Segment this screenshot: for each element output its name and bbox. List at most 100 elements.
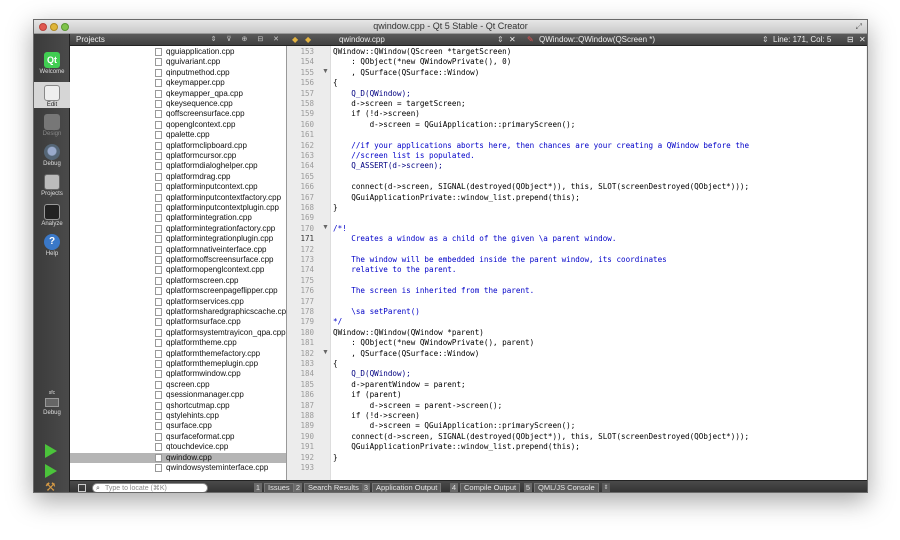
project-file-item[interactable]: qplatformtheme.cpp [155,338,237,348]
code-line[interactable]: QWindow::QWindow(QScreen *targetScreen) [333,47,511,57]
project-file-item[interactable]: qtouchdevice.cpp [155,442,228,452]
code-line[interactable]: Q_D(QWindow); [333,89,410,99]
project-file-item[interactable]: qplatforminputcontext.cpp [155,182,258,192]
mode-projects[interactable]: Projects [34,174,70,197]
project-file-item[interactable]: qwindow.cpp [155,453,212,463]
project-tree[interactable]: qguiapplication.cpp qguivariant.cpp qinput… [70,46,287,480]
project-file-item[interactable]: qplatformcursor.cpp [155,151,236,161]
code-line[interactable]: d->screen = parent->screen(); [333,401,503,411]
fold-marker-icon[interactable]: ▼ [322,224,329,231]
code-line[interactable]: d->screen = targetScreen; [333,99,465,109]
code-line[interactable]: QWindow::QWindow(QWindow *parent) [333,328,484,338]
project-file-item[interactable]: qplatformintegrationfactory.cpp [155,224,275,234]
mode-design[interactable]: Design [34,114,70,137]
mode-edit[interactable]: Edit [34,82,70,108]
output-tab-compile-output[interactable]: 4 Compile Output [450,483,521,492]
output-tab-application-output[interactable]: 3 Application Output [362,483,442,492]
mode-debug[interactable]: Debug [34,144,70,167]
project-file-item[interactable]: qplatformintegration.cpp [155,213,252,223]
code-line[interactable]: Q_ASSERT(d->screen); [333,161,442,171]
code-line[interactable]: Creates a window as a child of the given… [333,234,616,244]
code-line[interactable]: } [333,203,338,213]
code-line[interactable]: QGuiApplicationPrivate::window_list.prep… [333,442,580,452]
code-line[interactable]: { [333,78,338,88]
vertical-scrollbar[interactable] [866,46,867,480]
project-file-item[interactable]: qkeymapper.cpp [155,78,225,88]
project-file-item[interactable]: qplatformclipboard.cpp [155,141,247,151]
project-file-item[interactable]: qplatformoffscreensurface.cpp [155,255,273,265]
output-panes-menu-icon[interactable]: ⇕ [602,483,610,492]
split-icon[interactable]: ⊟ [847,34,854,46]
project-file-item[interactable]: qpalette.cpp [155,130,210,140]
output-tab-issues[interactable]: 1 Issues [254,483,294,492]
project-file-item[interactable]: qplatforminputcontextplugin.cpp [155,203,279,213]
code-line[interactable]: connect(d->screen, SIGNAL(destroyed(QObj… [333,432,749,442]
project-file-item[interactable]: qplatformdrag.cpp [155,172,230,182]
code-line[interactable]: if (!d->screen) [333,109,420,119]
project-file-item[interactable]: qplatformthemeplugin.cpp [155,359,258,369]
project-file-item[interactable]: qwindowsysteminterface.cpp [155,463,268,473]
project-file-item[interactable]: qopenglcontext.cpp [155,120,235,130]
code-line[interactable]: \sa setParent() [333,307,420,317]
project-file-item[interactable]: qsessionmanager.cpp [155,390,244,400]
project-file-item[interactable]: qkeymapper_qpa.cpp [155,89,243,99]
code-line[interactable]: d->parentWindow = parent; [333,380,465,390]
toggle-sidebar-icon[interactable] [78,484,86,492]
project-file-item[interactable]: qplatformdialoghelper.cpp [155,161,258,171]
debug-run-button[interactable] [45,464,57,478]
project-file-item[interactable]: qstylehints.cpp [155,411,219,421]
projects-toolbar[interactable]: ⇕ ⊽ ⊕ ⊟ ✕ [211,34,283,46]
mode-analyze[interactable]: Analyze [34,204,70,227]
code-line[interactable]: QGuiApplicationPrivate::window_list.prep… [333,193,580,203]
project-file-item[interactable]: qplatformsystemtrayicon_qpa.cpp [155,328,286,338]
project-file-item[interactable]: qsurfaceformat.cpp [155,432,234,442]
mode-help[interactable]: ? Help [34,234,70,257]
project-file-item[interactable]: qkeysequence.cpp [155,99,233,109]
project-file-item[interactable]: qscreen.cpp [155,380,210,390]
code-line[interactable]: if (parent) [333,390,401,400]
fold-marker-icon[interactable]: ▼ [322,349,329,356]
project-file-item[interactable]: qplatforminputcontextfactory.cpp [155,193,281,203]
code-line[interactable]: : QObject(*new QWindowPrivate(), parent) [333,338,534,348]
code-editor[interactable]: QWindow::QWindow(QScreen *targetScreen) … [331,46,867,480]
output-tab-search-results[interactable]: 2 Search Results [294,483,363,492]
project-file-item[interactable]: qoffscreensurface.cpp [155,109,245,119]
project-file-item[interactable]: qplatformservices.cpp [155,297,244,307]
project-file-item[interactable]: qshortcutmap.cpp [155,401,230,411]
code-line[interactable]: } [333,453,338,463]
code-line[interactable]: connect(d->screen, SIGNAL(destroyed(QObj… [333,182,749,192]
locator-input[interactable]: ⌕ Type to locate (⌘K) [92,483,208,492]
code-line[interactable]: The screen is inherited from the parent. [333,286,534,296]
project-file-item[interactable]: qguivariant.cpp [155,57,220,67]
code-line[interactable]: { [333,359,338,369]
open-document-name[interactable]: qwindow.cpp [339,34,385,46]
navigate-forward-icon[interactable]: ◆ [305,34,311,46]
project-file-item[interactable]: qplatformscreenpageflipper.cpp [155,286,278,296]
documents-dropdown-icon[interactable]: ⇕ [497,34,504,46]
code-line[interactable]: Q_D(QWindow); [333,369,410,379]
project-file-item[interactable]: qplatformsharedgraphicscache.cpp [155,307,286,317]
code-line[interactable]: d->screen = QGuiApplication::primaryScre… [333,120,576,130]
project-file-item[interactable]: qplatformnativeinterface.cpp [155,245,267,255]
code-line[interactable]: /*! [333,224,347,234]
code-line[interactable]: //if your applications aborts here, then… [333,141,749,151]
run-button[interactable] [45,444,57,458]
code-line[interactable]: d->screen = QGuiApplication::primaryScre… [333,421,576,431]
code-line[interactable]: if (!d->screen) [333,411,420,421]
fold-marker-icon[interactable]: ▼ [322,68,329,75]
code-line[interactable]: , QSurface(QSurface::Window) [333,68,479,78]
code-line[interactable]: relative to the parent. [333,265,456,275]
project-file-item[interactable]: qsurface.cpp [155,421,212,431]
close-editor-icon[interactable]: ✕ [859,34,866,46]
mode-welcome[interactable]: Qt Welcome [34,52,70,75]
project-file-item[interactable]: qplatformthemefactory.cpp [155,349,260,359]
fullscreen-icon[interactable]: ⤢ [856,22,862,32]
project-file-item[interactable]: qplatformwindow.cpp [155,369,241,379]
project-file-item[interactable]: qplatformsurface.cpp [155,317,241,327]
target-selector[interactable]: sfc Debug [34,390,70,416]
project-file-item[interactable]: qplatformscreen.cpp [155,276,238,286]
build-hammer-icon[interactable]: ⚒ [45,481,59,492]
code-line[interactable]: : QObject(*new QWindowPrivate(), 0) [333,57,511,67]
project-file-item[interactable]: qplatformintegrationplugin.cpp [155,234,273,244]
current-symbol[interactable]: QWindow::QWindow(QScreen *) [539,34,655,46]
